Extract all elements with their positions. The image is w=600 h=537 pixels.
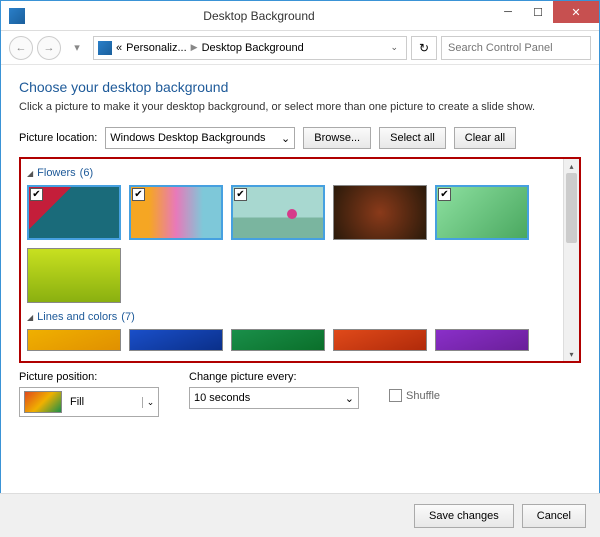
wallpaper-thumb[interactable] bbox=[27, 248, 121, 303]
back-button[interactable]: ← bbox=[9, 36, 33, 60]
breadcrumb[interactable]: « Personaliz... ▶ Desktop Background ⌄ bbox=[93, 36, 407, 60]
picture-position-value: Fill bbox=[66, 396, 142, 408]
navbar: ← → ▾ « Personaliz... ▶ Desktop Backgrou… bbox=[1, 31, 599, 65]
action-bar: Save changes Cancel bbox=[0, 493, 600, 537]
change-every-value: 10 seconds bbox=[194, 392, 250, 404]
picture-location-value: Windows Desktop Backgrounds bbox=[110, 132, 265, 144]
up-button[interactable]: ▾ bbox=[65, 36, 89, 60]
page-heading: Choose your desktop background bbox=[19, 79, 581, 95]
breadcrumb-item-a[interactable]: Personaliz... bbox=[126, 42, 187, 54]
refresh-button[interactable]: ↻ bbox=[411, 36, 437, 60]
cancel-button[interactable]: Cancel bbox=[522, 504, 586, 528]
save-changes-button[interactable]: Save changes bbox=[414, 504, 514, 528]
browse-button[interactable]: Browse... bbox=[303, 127, 371, 149]
scroll-thumb[interactable] bbox=[566, 173, 577, 243]
category-lines[interactable]: ◢ Lines and colors (7) bbox=[27, 311, 573, 323]
category-lines-name: Lines and colors bbox=[37, 311, 117, 323]
window-title: Desktop Background bbox=[25, 9, 493, 23]
change-every-label: Change picture every: bbox=[189, 371, 359, 383]
category-lines-count: (7) bbox=[121, 311, 134, 323]
wallpaper-thumb[interactable]: ✔ bbox=[435, 185, 529, 240]
checkbox-icon[interactable]: ✔ bbox=[30, 188, 43, 201]
checkbox-empty-icon bbox=[389, 389, 402, 402]
checkbox-icon[interactable]: ✔ bbox=[132, 188, 145, 201]
shuffle-checkbox[interactable]: Shuffle bbox=[389, 389, 440, 402]
close-button[interactable]: ✕ bbox=[553, 1, 599, 23]
clear-all-button[interactable]: Clear all bbox=[454, 127, 516, 149]
titlebar: Desktop Background ─ ☐ ✕ bbox=[1, 1, 599, 31]
chevron-down-icon: ⌄ bbox=[142, 397, 158, 408]
scrollbar[interactable]: ▴ ▾ bbox=[563, 159, 579, 361]
picture-position-select[interactable]: Fill ⌄ bbox=[19, 387, 159, 417]
breadcrumb-prefix: « bbox=[116, 42, 122, 54]
search-input[interactable] bbox=[441, 36, 591, 60]
minimize-button[interactable]: ─ bbox=[493, 1, 523, 23]
category-flowers-count: (6) bbox=[80, 167, 93, 179]
wallpaper-thumb[interactable] bbox=[333, 185, 427, 240]
change-every-select[interactable]: 10 seconds ⌄ bbox=[189, 387, 359, 409]
picture-location-select[interactable]: Windows Desktop Backgrounds ⌄ bbox=[105, 127, 295, 149]
checkbox-icon[interactable]: ✔ bbox=[234, 188, 247, 201]
scroll-up-icon[interactable]: ▴ bbox=[564, 159, 579, 173]
wallpaper-thumb[interactable] bbox=[129, 329, 223, 351]
location-icon bbox=[98, 41, 112, 55]
wallpaper-thumb[interactable] bbox=[333, 329, 427, 351]
scroll-down-icon[interactable]: ▾ bbox=[564, 347, 579, 361]
breadcrumb-dropdown[interactable]: ⌄ bbox=[386, 42, 402, 53]
checkbox-icon[interactable]: ✔ bbox=[438, 188, 451, 201]
wallpaper-thumb[interactable] bbox=[435, 329, 529, 351]
triangle-down-icon: ◢ bbox=[27, 169, 33, 178]
position-preview bbox=[24, 391, 62, 413]
page-subheading: Click a picture to make it your desktop … bbox=[19, 101, 581, 113]
triangle-down-icon: ◢ bbox=[27, 313, 33, 322]
chevron-right-icon: ▶ bbox=[191, 42, 198, 53]
maximize-button[interactable]: ☐ bbox=[523, 1, 553, 23]
picture-position-label: Picture position: bbox=[19, 371, 159, 383]
forward-button[interactable]: → bbox=[37, 36, 61, 60]
gallery-pane: ◢ Flowers (6) ✔ ✔ ✔ ✔ ◢ Lines and colors… bbox=[19, 157, 581, 363]
shuffle-label: Shuffle bbox=[406, 390, 440, 402]
category-flowers-name: Flowers bbox=[37, 167, 76, 179]
wallpaper-thumb[interactable] bbox=[27, 329, 121, 351]
chevron-down-icon: ⌄ bbox=[345, 392, 354, 405]
wallpaper-thumb[interactable]: ✔ bbox=[129, 185, 223, 240]
picture-location-label: Picture location: bbox=[19, 132, 97, 144]
wallpaper-thumb[interactable] bbox=[231, 329, 325, 351]
wallpaper-thumb[interactable]: ✔ bbox=[231, 185, 325, 240]
select-all-button[interactable]: Select all bbox=[379, 127, 446, 149]
app-icon bbox=[9, 8, 25, 24]
breadcrumb-item-b[interactable]: Desktop Background bbox=[202, 42, 304, 54]
wallpaper-thumb[interactable]: ✔ bbox=[27, 185, 121, 240]
chevron-down-icon: ⌄ bbox=[281, 132, 290, 145]
category-flowers[interactable]: ◢ Flowers (6) bbox=[27, 167, 573, 179]
